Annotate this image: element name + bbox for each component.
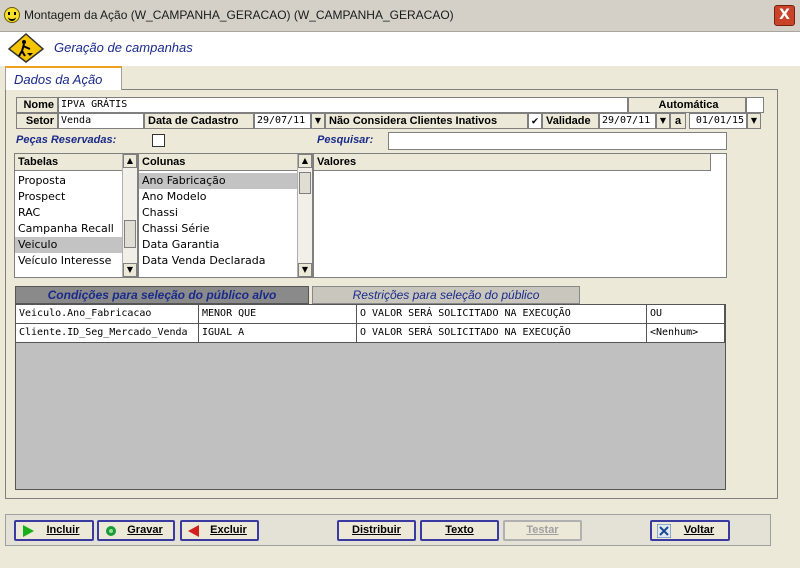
tabelas-item[interactable]: Proposta <box>15 173 123 189</box>
cell-campo[interactable]: Veiculo.Ano_Fabricacao <box>16 305 199 323</box>
play-green-icon <box>23 525 34 537</box>
voltar-label: Voltar <box>683 524 715 536</box>
setor-field[interactable]: Venda <box>58 113 144 129</box>
tabelas-item[interactable]: Veiculo <box>15 237 123 253</box>
scroll-up-icon[interactable]: ▲ <box>123 154 137 168</box>
conditions-grid[interactable]: Veiculo.Ano_Fabricacao MENOR QUE O VALOR S… <box>15 304 726 490</box>
distribuir-button[interactable]: Distribuir <box>337 520 416 541</box>
pesquisar-input[interactable] <box>388 132 727 150</box>
colunas-item[interactable]: Ano Fabricação <box>139 173 298 189</box>
window-title: Montagem da Ação (W_CAMPANHA_GERACAO) (W… <box>24 8 454 22</box>
smiley-app-icon <box>4 7 20 23</box>
nome-label: Nome <box>16 97 58 113</box>
gravar-label: Gravar <box>127 524 163 536</box>
automatica-label: Automática <box>628 97 746 113</box>
close-button[interactable]: X <box>774 5 795 26</box>
cell-operador[interactable]: IGUAL A <box>199 324 357 342</box>
tabelas-scrollbar[interactable]: ▲ ▼ <box>122 154 137 277</box>
colunas-header: Colunas <box>139 154 312 171</box>
colunas-item[interactable]: Data Garantia <box>139 237 298 253</box>
tabelas-item[interactable]: Prospect <box>15 189 123 205</box>
cell-logico[interactable]: OU <box>647 305 725 323</box>
table-row[interactable]: Veiculo.Ano_Fabricacao MENOR QUE O VALOR S… <box>16 305 725 324</box>
construction-sign-icon <box>7 32 45 63</box>
incluir-button[interactable]: Incluir <box>14 520 94 541</box>
setor-label: Setor <box>16 113 58 129</box>
data-cadastro-label: Data de Cadastro <box>144 113 254 129</box>
disk-green-icon <box>106 526 116 536</box>
colunas-item[interactable]: Ano Modelo <box>139 189 298 205</box>
close-x-icon <box>657 524 671 538</box>
pesquisar-label: Pesquisar: <box>317 134 374 146</box>
excluir-label: Excluir <box>210 524 247 536</box>
play-red-left-icon <box>188 525 199 537</box>
valores-list[interactable]: Valores <box>313 153 727 278</box>
excluir-button[interactable]: Excluir <box>180 520 259 541</box>
nome-field[interactable]: IPVA GRÁTIS <box>58 97 628 113</box>
scroll-down-icon[interactable]: ▼ <box>123 263 137 277</box>
colunas-item[interactable]: Chassi <box>139 205 298 221</box>
validade-to-field[interactable]: 01/01/15 <box>689 113 747 129</box>
tab-dados-da-acao[interactable]: Dados da Ação <box>5 66 122 90</box>
data-cadastro-dropdown-icon[interactable]: ▼ <box>311 113 325 129</box>
colunas-item[interactable]: Chassi Série <box>139 221 298 237</box>
nao-considera-inativos-checkbox[interactable]: ✔ <box>528 113 542 129</box>
cell-logico[interactable]: <Nenhum> <box>647 324 725 342</box>
pecas-reservadas-label: Peças Reservadas: <box>16 134 117 146</box>
cell-operador[interactable]: MENOR QUE <box>199 305 357 323</box>
cell-campo[interactable]: Cliente.ID_Seg_Mercado_Venda <box>16 324 199 342</box>
tabelas-item[interactable]: RAC <box>15 205 123 221</box>
table-row[interactable]: Cliente.ID_Seg_Mercado_Venda IGUAL AO VAL… <box>16 324 725 343</box>
data-cadastro-field[interactable]: 29/07/11 <box>254 113 311 129</box>
colunas-list[interactable]: Colunas Ano Fabricação Ano Modelo Chassi Ch… <box>138 153 313 278</box>
validade-separator: a <box>670 113 686 129</box>
tab-restricoes[interactable]: Restrições para seleção do público <box>312 286 580 304</box>
valores-header: Valores <box>314 154 711 171</box>
validade-label: Validade <box>542 113 599 129</box>
voltar-button[interactable]: Voltar <box>650 520 730 541</box>
nao-considera-inativos-label: Não Considera Clientes Inativos <box>325 113 528 129</box>
tabelas-list[interactable]: Tabelas Proposta Prospect RAC Campanha Reca… <box>14 153 138 278</box>
colunas-item[interactable]: Data Venda Declarada <box>139 253 298 269</box>
validade-from-dropdown-icon[interactable]: ▼ <box>656 113 670 129</box>
page-title: Geração de campanhas <box>54 40 193 55</box>
cell-valor[interactable]: O VALOR SERÁ SOLICITADO NA EXECUÇÃO <box>357 324 647 342</box>
gravar-button[interactable]: Gravar <box>97 520 175 541</box>
validade-from-field[interactable]: 29/07/11 <box>599 113 656 129</box>
automatica-field[interactable] <box>746 97 764 113</box>
tabelas-item[interactable]: Veículo Interesse <box>15 253 123 269</box>
scroll-down-icon[interactable]: ▼ <box>298 263 312 277</box>
scroll-up-icon[interactable]: ▲ <box>298 154 312 168</box>
scroll-thumb[interactable] <box>124 220 136 248</box>
pecas-reservadas-checkbox[interactable] <box>152 134 165 147</box>
testar-button[interactable]: Testar <box>503 520 582 541</box>
tabelas-item[interactable]: Campanha Recall <box>15 221 123 237</box>
tab-condicoes[interactable]: Condições para seleção do público alvo <box>15 286 309 304</box>
incluir-label: Incluir <box>46 524 80 536</box>
texto-button[interactable]: Texto <box>420 520 499 541</box>
scroll-thumb[interactable] <box>299 172 311 194</box>
colunas-scrollbar[interactable]: ▲ ▼ <box>297 154 312 277</box>
cell-valor[interactable]: O VALOR SERÁ SOLICITADO NA EXECUÇÃO <box>357 305 647 323</box>
tabelas-header: Tabelas <box>15 154 137 171</box>
validade-to-dropdown-icon[interactable]: ▼ <box>747 113 761 129</box>
